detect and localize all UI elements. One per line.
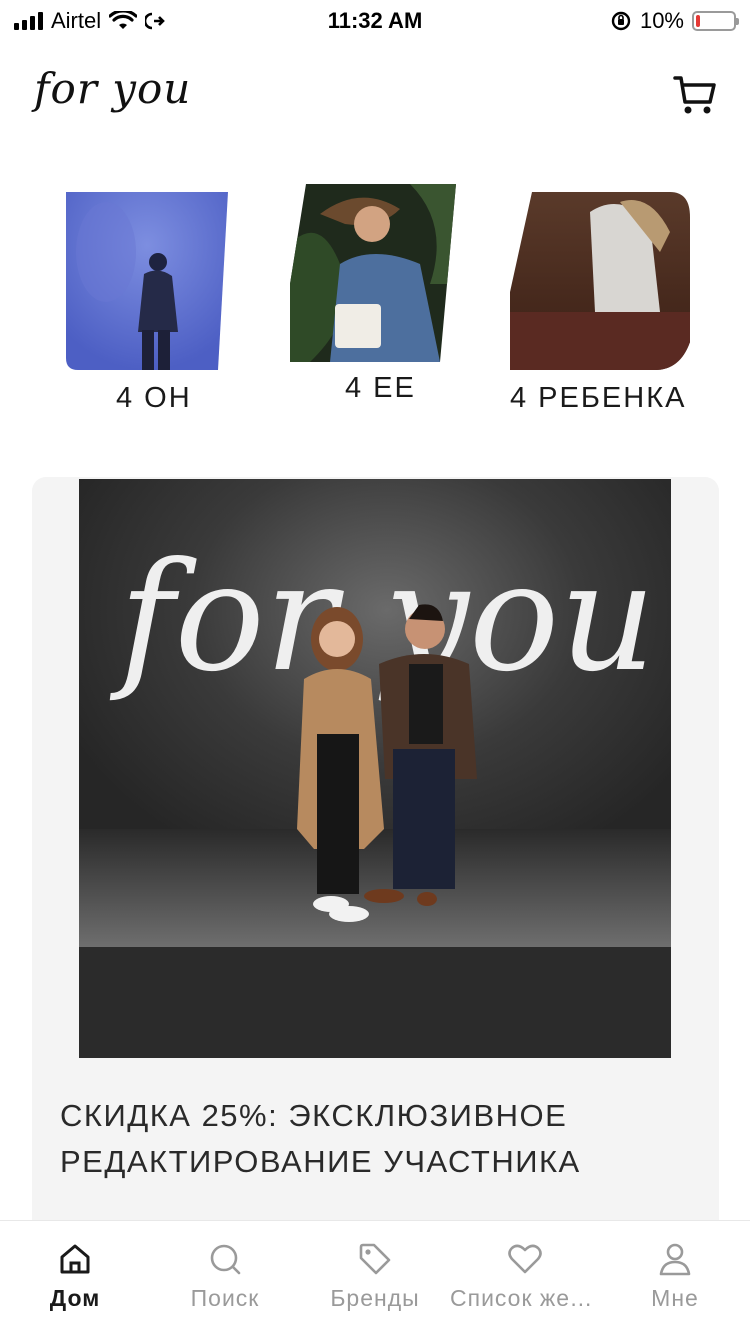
heart-icon — [508, 1244, 542, 1274]
tab-home[interactable]: Дом — [0, 1221, 150, 1334]
tab-label: Список желаний — [450, 1285, 600, 1311]
brand-logo[interactable]: for you — [34, 64, 191, 113]
tab-search[interactable]: Поиск — [150, 1221, 300, 1334]
signal-icon — [14, 12, 43, 30]
profile-icon — [659, 1243, 691, 1276]
category-child[interactable]: 4 РЕБЕНКА — [510, 192, 690, 414]
wifi-icon — [109, 11, 138, 29]
promo-banner-image: for you — [79, 479, 671, 1058]
carrier-name: Airtel — [51, 8, 102, 33]
status-left: Airtel — [14, 8, 165, 34]
category-label: 4 ЕЕ — [345, 372, 416, 404]
tab-label: Поиск — [190, 1285, 260, 1311]
search-icon — [210, 1244, 241, 1275]
call-forward-icon — [145, 12, 165, 30]
status-right: 10% — [610, 8, 739, 34]
tab-label: Бренды — [330, 1285, 420, 1311]
tab-label: Мне — [651, 1285, 699, 1311]
orientation-lock-icon — [611, 11, 631, 31]
category-him[interactable]: 4 ОН — [66, 192, 228, 414]
category-him-image — [66, 192, 228, 370]
category-her-image — [290, 184, 456, 362]
status-bar: Airtel 11:32 AM 10% — [0, 0, 750, 42]
category-her[interactable]: 4 ЕЕ — [290, 184, 456, 404]
promo-card[interactable]: for you СКИДКА 25%: ЭКСКЛЮЗИВНОЕ РЕДАКТИ… — [32, 477, 719, 1237]
tab-brands[interactable]: Бренды — [300, 1221, 450, 1334]
battery-icon — [692, 11, 739, 31]
battery-percent: 10% — [639, 8, 684, 33]
tab-label: Дом — [49, 1285, 101, 1311]
tag-icon — [359, 1243, 391, 1275]
tab-profile[interactable]: Мне — [600, 1221, 750, 1334]
app-header: for you — [0, 58, 750, 138]
tab-wishlist[interactable]: Список желаний — [450, 1221, 600, 1334]
category-label: 4 РЕБЕНКА — [510, 382, 687, 414]
cart-icon[interactable] — [672, 72, 718, 118]
category-label: 4 ОН — [116, 382, 192, 414]
home-icon — [60, 1244, 90, 1274]
promo-title: СКИДКА 25%: ЭКСКЛЮЗИВНОЕ РЕДАКТИРОВАНИЕ … — [60, 1098, 581, 1179]
category-child-image — [510, 192, 690, 370]
category-row: 4 ОН 4 ЕЕ 4 РЕБЕНКА — [0, 182, 750, 422]
bottom-tab-bar: Дом Поиск Бренды Список желаний Мне — [0, 1220, 750, 1334]
battery-level — [696, 15, 700, 27]
